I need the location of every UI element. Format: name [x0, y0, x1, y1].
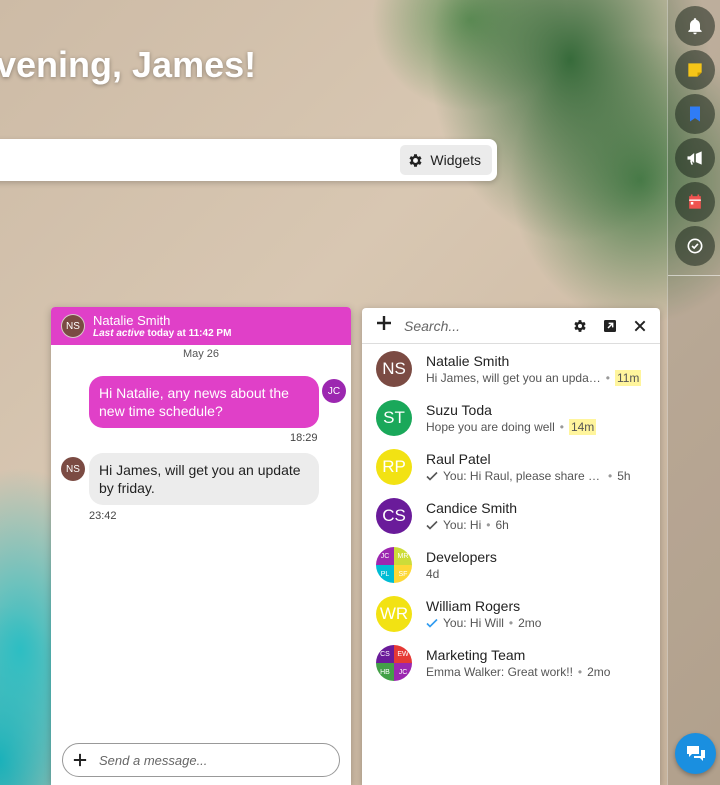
message-bubble-incoming: Hi James, will get you an update by frid… — [89, 453, 319, 505]
last-active-status: Last active today at 11:42 PM — [93, 328, 231, 340]
group-avatar-tile: SF — [394, 565, 412, 583]
contact-item[interactable]: CS Candice Smith You: Hi • 6h — [376, 496, 650, 536]
message-input-box[interactable] — [62, 743, 340, 777]
message-preview: You: Hi Raul, please share t… — [443, 468, 603, 483]
group-avatar-tile: HB — [376, 663, 394, 681]
notes-button[interactable] — [675, 50, 715, 90]
contacts-panel: NS Natalie Smith Hi James, will get you … — [362, 308, 660, 785]
contact-item[interactable]: RP Raul Patel You: Hi Raul, please share… — [376, 447, 650, 487]
avatar: JC — [322, 379, 346, 403]
chat-header[interactable]: NS Natalie Smith Last active today at 11… — [51, 307, 351, 345]
calendar-button[interactable] — [675, 182, 715, 222]
message-time: 5h — [617, 468, 631, 483]
notifications-button[interactable] — [675, 6, 715, 46]
check-icon — [426, 471, 438, 481]
date-separator: May 26 — [182, 348, 220, 360]
contact-name: Raul Patel — [426, 450, 491, 467]
contacts-search-input[interactable] — [404, 317, 554, 334]
open-external-icon[interactable] — [602, 318, 618, 334]
rail-divider — [668, 275, 720, 276]
contact-name: Natalie Smith — [426, 352, 510, 369]
contact-item[interactable]: NS Natalie Smith Hi James, will get you … — [376, 349, 650, 389]
group-avatar: CS EW HB JC — [376, 645, 412, 681]
last-active-time: today at 11:42 PM — [147, 327, 232, 339]
message-input[interactable] — [99, 752, 319, 768]
widgets-label: Widgets — [430, 152, 481, 168]
group-avatar-tile: PL — [376, 565, 394, 583]
contact-name: Candice Smith — [426, 499, 518, 516]
right-sidebar — [667, 0, 720, 785]
calendar-icon — [689, 194, 701, 209]
check-icon — [426, 520, 438, 530]
chat-window: NS Natalie Smith Last active today at 11… — [51, 307, 351, 785]
avatar: CS — [376, 498, 412, 534]
message-time: 14m — [568, 418, 597, 435]
message-preview: You: Hi Will — [443, 615, 504, 630]
bookmark-icon — [690, 106, 700, 122]
group-avatar: JC MR PL SF — [376, 547, 412, 583]
contacts-toolbar — [362, 308, 660, 344]
greeting-title: vening, James! — [0, 44, 257, 85]
note-icon — [688, 63, 702, 77]
group-avatar-tile: JC — [394, 663, 412, 681]
chat-support-button[interactable] — [675, 733, 716, 774]
new-chat-button[interactable] — [376, 315, 392, 336]
contact-item-group[interactable]: CS EW HB JC Marketing Team Emma Walker: … — [376, 643, 650, 683]
group-avatar-tile: MR — [394, 547, 412, 565]
contact-item[interactable]: ST Suzu Toda Hope you are doing well • 14m — [376, 398, 650, 438]
message-time: 2mo — [587, 664, 611, 679]
chat-contact-name: Natalie Smith — [93, 312, 171, 328]
clock-button[interactable] — [675, 226, 715, 266]
widgets-button[interactable]: Widgets — [400, 145, 492, 175]
message-preview: You: Hi — [443, 517, 482, 532]
avatar: RP — [376, 449, 412, 485]
message-time: 2mo — [518, 615, 542, 630]
gear-icon — [409, 153, 422, 167]
contact-item-group[interactable]: JC MR PL SF Developers 4d — [376, 545, 650, 585]
message-time: 6h — [495, 517, 509, 532]
bookmarks-button[interactable] — [675, 94, 715, 134]
contact-name: Marketing Team — [426, 646, 526, 663]
bell-icon — [688, 18, 702, 35]
message-time: 4d — [426, 566, 440, 581]
message-time: 23:42 — [89, 510, 117, 522]
chat-bubbles-icon — [686, 745, 705, 761]
group-avatar-tile: CS — [376, 645, 394, 663]
message-time: 11m — [614, 369, 642, 386]
contact-name: William Rogers — [426, 597, 521, 614]
group-avatar-tile: EW — [394, 645, 412, 663]
avatar: NS — [61, 314, 85, 338]
megaphone-icon — [687, 151, 702, 165]
check-icon — [426, 618, 438, 628]
top-search-bar[interactable]: Widgets — [0, 139, 497, 181]
gear-icon[interactable] — [572, 318, 588, 334]
avatar: NS — [376, 351, 412, 387]
clock-icon — [687, 238, 703, 254]
message-bubble-outgoing: Hi Natalie, any news about the new time … — [89, 376, 319, 428]
avatar: WR — [376, 596, 412, 632]
avatar: ST — [376, 400, 412, 436]
contact-name: Suzu Toda — [426, 401, 492, 418]
group-avatar-tile: JC — [376, 547, 394, 565]
plus-icon — [377, 316, 391, 330]
contact-name: Developers — [426, 548, 497, 565]
contact-item[interactable]: WR William Rogers You: Hi Will • 2mo — [376, 594, 650, 634]
close-icon[interactable] — [632, 318, 648, 334]
avatar: NS — [61, 457, 85, 481]
last-active-label: Last active — [93, 327, 145, 339]
announcements-button[interactable] — [675, 138, 715, 178]
message-preview: Hi James, will get you an upda… — [426, 370, 601, 385]
message-preview: Hope you are doing well — [426, 419, 555, 434]
message-time: 18:29 — [290, 432, 318, 444]
message-preview: Emma Walker: Great work!! — [426, 664, 573, 679]
plus-icon[interactable] — [73, 753, 87, 767]
